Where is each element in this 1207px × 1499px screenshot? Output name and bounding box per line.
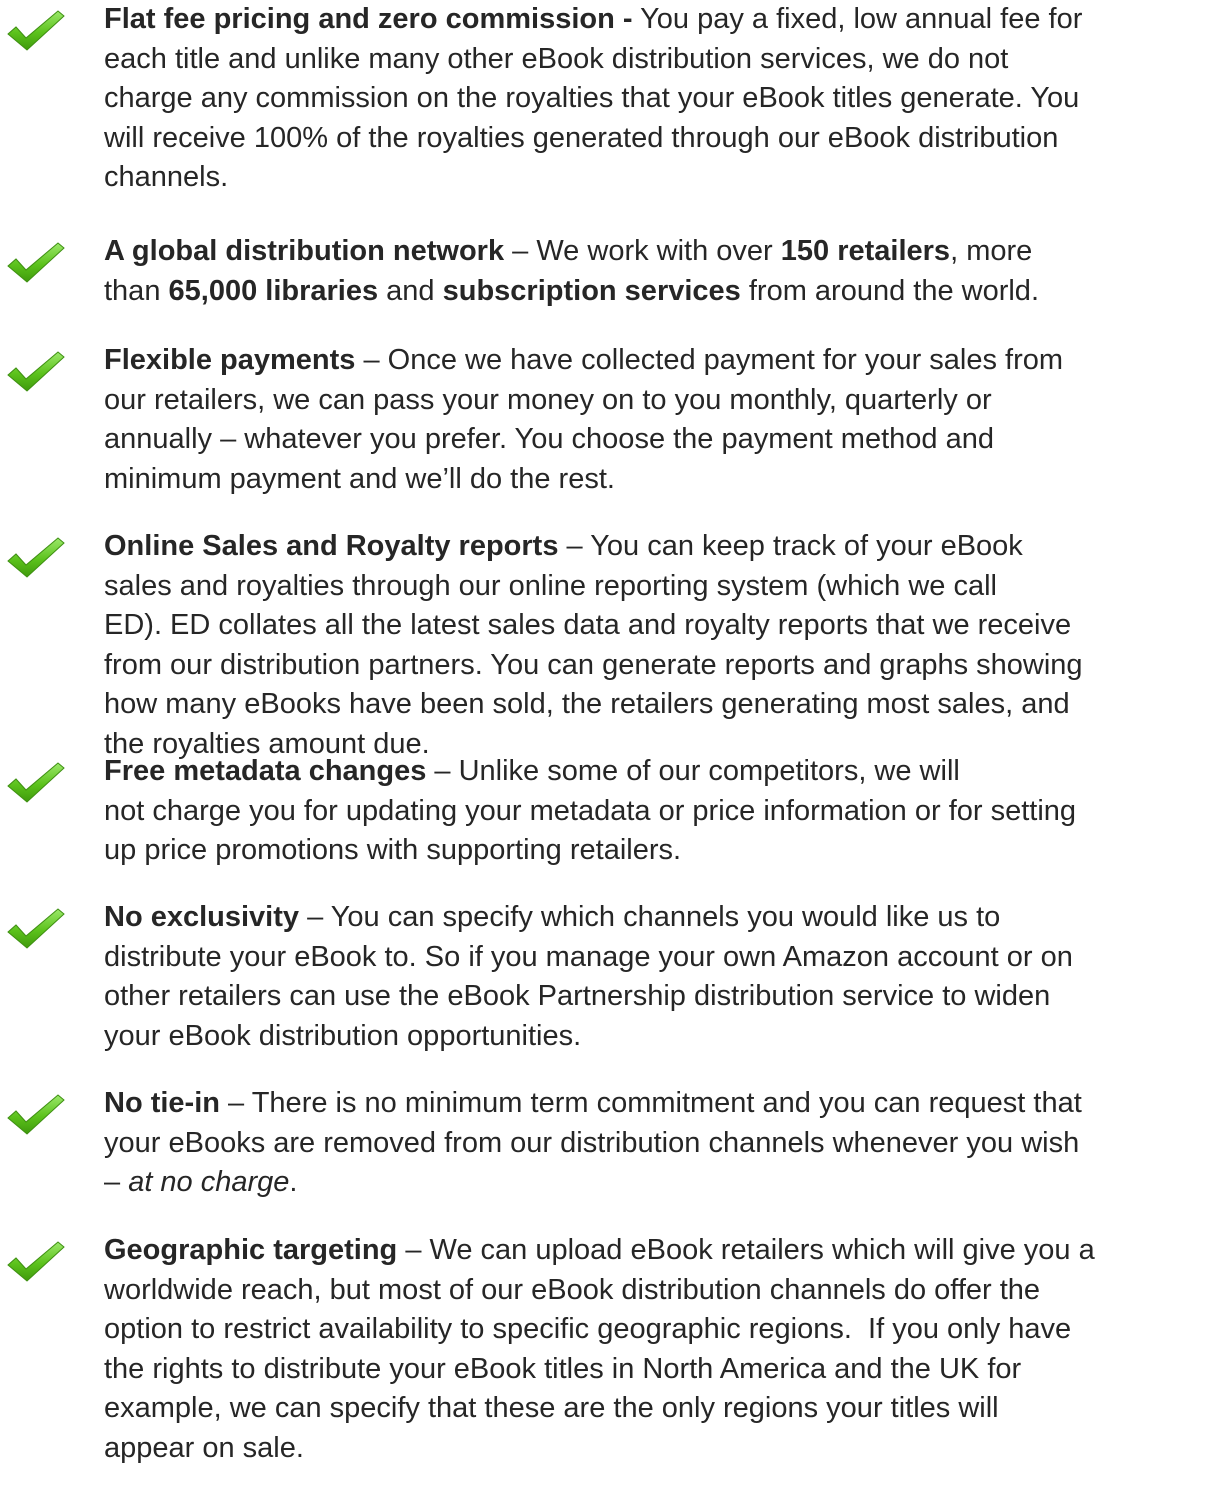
text-line: minimum payment and we’ll do the rest. <box>104 460 1204 500</box>
check-mark-icon <box>4 535 66 579</box>
text-line: will receive 100% of the royalties gener… <box>104 119 1204 159</box>
body-text: option to restrict availability to speci… <box>104 1313 1072 1345</box>
text-line: – at no charge. <box>104 1163 1204 1203</box>
body-text: your eBook distribution opportunities. <box>104 1019 582 1052</box>
body-text: – There is no minimum term commitment an… <box>220 1087 1082 1119</box>
body-text: minimum payment and we’ll do the rest. <box>104 462 615 495</box>
feature-text: Free metadata changes – Unlike some of o… <box>104 752 1204 871</box>
body-text: from around the world. <box>740 274 1039 307</box>
text-line: Free metadata changes – Unlike some of o… <box>104 752 1204 792</box>
body-text: . <box>289 1166 298 1198</box>
body-text: example, we can specify that these are t… <box>104 1392 999 1424</box>
text-line: A global distribution network – We work … <box>104 232 1204 272</box>
feature-text: Online Sales and Royalty reports – You c… <box>104 527 1204 764</box>
text-line: example, we can specify that these are t… <box>104 1389 1204 1429</box>
body-text: You pay a fixed, low annual fee for <box>632 3 1083 35</box>
text-line: No tie-in – There is no minimum term com… <box>104 1084 1204 1124</box>
body-text: how many eBooks have been sold, the reta… <box>104 688 1070 720</box>
text-line: distribute your eBook to. So if you mana… <box>104 938 1204 978</box>
body-text: – We work with over <box>504 235 781 267</box>
check-mark-icon <box>4 240 66 284</box>
text-line: the rights to distribute your eBook titl… <box>104 1350 1204 1390</box>
italic-text: at no charge <box>128 1166 290 1198</box>
feature-text: Flat fee pricing and zero commission - Y… <box>104 0 1204 198</box>
bold-text: subscription services <box>442 274 741 307</box>
check-mark-icon <box>4 1239 66 1283</box>
body-text: – You can specify which channels you wou… <box>299 901 1001 933</box>
text-line: not charge you for updating your metadat… <box>104 792 1204 832</box>
body-text: ED). ED collates all the latest sales da… <box>104 609 1072 641</box>
text-line: channels. <box>104 158 1204 198</box>
bold-text: Flat fee pricing and zero commission - <box>104 3 633 35</box>
check-mark-icon <box>4 1092 66 1136</box>
body-text: not charge you for updating your metadat… <box>104 794 1077 827</box>
body-text: up price promotions with supporting reta… <box>104 834 682 866</box>
check-mark-icon <box>4 906 66 950</box>
bold-text: Online Sales and Royalty reports <box>104 530 559 562</box>
body-text: from our distribution partners. You can … <box>104 648 1083 681</box>
text-line: how many eBooks have been sold, the reta… <box>104 685 1204 725</box>
body-text: – <box>104 1166 129 1198</box>
body-text: – We can upload eBook retailers which wi… <box>397 1234 1095 1266</box>
body-text: and <box>378 274 443 307</box>
text-line: from our distribution partners. You can … <box>104 646 1204 686</box>
body-text: channels. <box>104 161 229 193</box>
text-line: each title and unlike many other eBook d… <box>104 40 1204 80</box>
bold-text: No tie-in <box>104 1087 220 1119</box>
body-text: distribute your eBook to. So if you mana… <box>104 940 1073 973</box>
text-line: your eBook distribution opportunities. <box>104 1017 1204 1057</box>
text-line: up price promotions with supporting reta… <box>104 831 1204 871</box>
bold-text: 65,000 libraries <box>168 274 379 307</box>
text-line: Online Sales and Royalty reports – You c… <box>104 527 1204 567</box>
feature-text: No exclusivity – You can specify which c… <box>104 898 1204 1056</box>
text-line: other retailers can use the eBook Partne… <box>104 977 1204 1017</box>
check-mark-icon <box>4 8 66 52</box>
text-line: our retailers, we can pass your money on… <box>104 381 1204 421</box>
text-line: Flat fee pricing and zero commission - Y… <box>104 0 1204 40</box>
feature-text: No tie-in – There is no minimum term com… <box>104 1084 1204 1203</box>
feature-text: Geographic targeting – We can upload eBo… <box>104 1231 1204 1468</box>
body-text: your eBooks are removed from our distrib… <box>104 1126 1080 1159</box>
body-text: will receive 100% of the royalties gener… <box>104 121 1059 154</box>
bold-text: 150 retailers <box>780 235 951 267</box>
bold-text: Free metadata changes <box>104 755 427 787</box>
text-line: charge any commission on the royalties t… <box>104 79 1204 119</box>
body-text: worldwide reach, but most of our eBook d… <box>104 1273 1041 1306</box>
check-mark-icon <box>4 349 66 393</box>
text-line: than 65,000 libraries and subscription s… <box>104 272 1204 312</box>
feature-text: A global distribution network – We work … <box>104 232 1204 311</box>
bold-text: A global distribution network <box>104 235 505 267</box>
text-line: your eBooks are removed from our distrib… <box>104 1124 1204 1164</box>
body-text: the rights to distribute your eBook titl… <box>104 1352 1022 1385</box>
text-line: annually – whatever you prefer. You choo… <box>104 420 1204 460</box>
body-text: annually – whatever you prefer. You choo… <box>104 423 994 455</box>
body-text: – Unlike some of our competitors, we wil… <box>426 755 960 787</box>
text-line: Flexible payments – Once we have collect… <box>104 341 1204 381</box>
bold-text: Flexible payments <box>104 344 356 376</box>
text-line: sales and royalties through our online r… <box>104 567 1204 607</box>
body-text: , more <box>950 235 1033 267</box>
feature-text: Flexible payments – Once we have collect… <box>104 341 1204 499</box>
body-text: – You can keep track of your eBook <box>558 530 1023 562</box>
text-line: No exclusivity – You can specify which c… <box>104 898 1204 938</box>
bold-text: Geographic targeting <box>104 1234 398 1266</box>
text-line: worldwide reach, but most of our eBook d… <box>104 1271 1204 1311</box>
text-line: option to restrict availability to speci… <box>104 1310 1204 1350</box>
body-text: appear on sale. <box>104 1431 304 1464</box>
body-text: our retailers, we can pass your money on… <box>104 383 992 416</box>
body-text: each title and unlike many other eBook d… <box>104 42 1009 75</box>
body-text: other retailers can use the eBook Partne… <box>104 980 1051 1012</box>
body-text: charge any commission on the royalties t… <box>104 82 1080 114</box>
bold-text: No exclusivity <box>104 901 300 933</box>
check-mark-icon <box>4 760 66 804</box>
text-line: Geographic targeting – We can upload eBo… <box>104 1231 1204 1271</box>
body-text: sales and royalties through our online r… <box>104 569 997 602</box>
body-text: – Once we have collected payment for you… <box>355 344 1064 376</box>
body-text: than <box>104 274 169 307</box>
text-line: appear on sale. <box>104 1429 1204 1469</box>
text-line: ED). ED collates all the latest sales da… <box>104 606 1204 646</box>
